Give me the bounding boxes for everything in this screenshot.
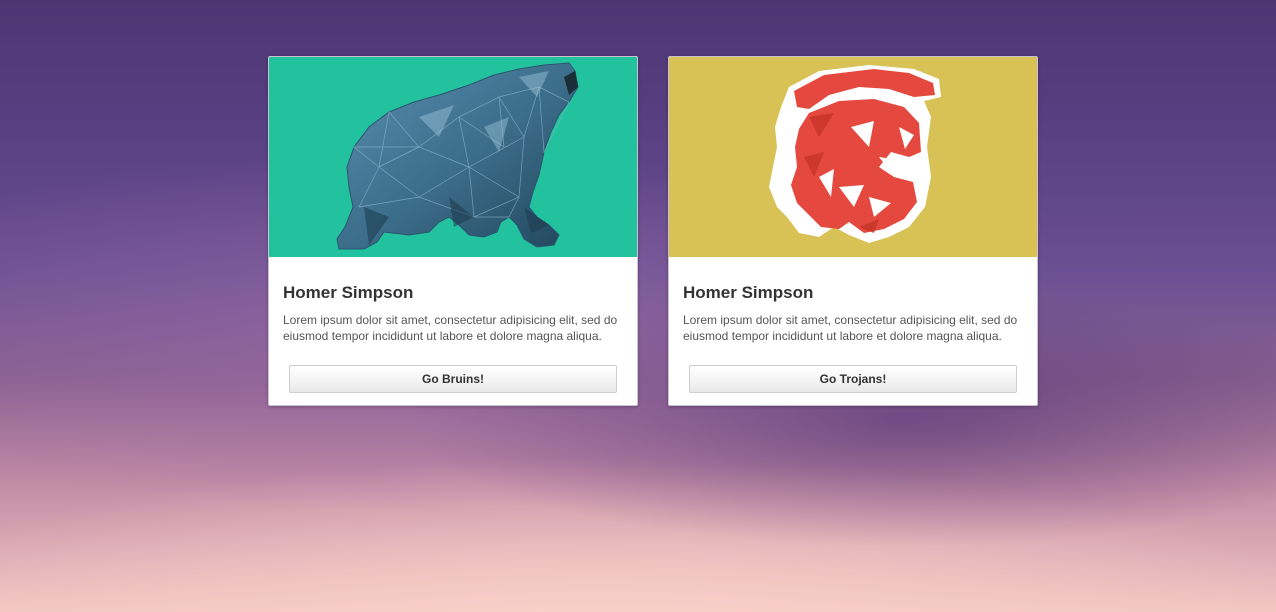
page-background: { "colors": { "bruins_bg": "#22c29e", "t… [0,0,1276,612]
card-title: Homer Simpson [283,283,414,302]
card-bruins: Homer Simpson Lorem ipsum dolor sit amet… [268,56,638,406]
card-description: Lorem ipsum dolor sit amet, consectetur … [283,313,618,343]
polygon-bear-icon [336,62,579,250]
card-body: Homer Simpson Lorem ipsum dolor sit amet… [269,257,637,344]
card-image-trojans [669,57,1037,257]
card-image-bruins [269,57,637,257]
card-body: Homer Simpson Lorem ipsum dolor sit amet… [669,257,1037,344]
card-description: Lorem ipsum dolor sit amet, consectetur … [683,313,1018,343]
card-trojans: Homer Simpson Lorem ipsum dolor sit amet… [668,56,1038,406]
card-title: Homer Simpson [683,283,814,302]
go-bruins-button[interactable]: Go Bruins! [289,365,617,393]
polygon-trojan-helmet-icon [769,65,941,243]
go-trojans-button[interactable]: Go Trojans! [689,365,1017,393]
